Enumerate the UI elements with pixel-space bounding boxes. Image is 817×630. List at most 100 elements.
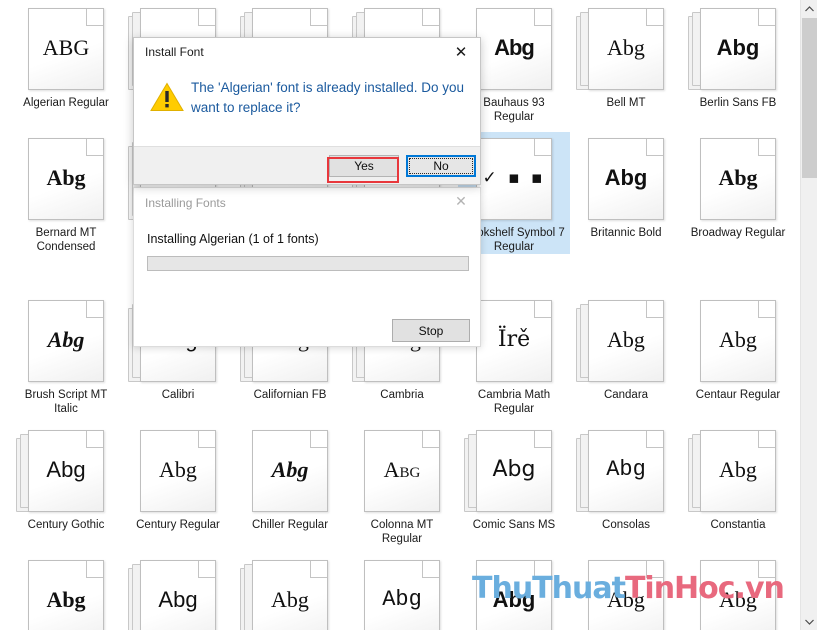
font-sheet: Abg (476, 430, 552, 512)
font-tile[interactable]: Abg Constantia (682, 424, 794, 532)
font-tile-label: Cambria Math Regular (477, 389, 551, 415)
font-tile[interactable]: Abg Century Gothic (10, 424, 122, 532)
font-tile[interactable]: Abg Colonna MT Regular (346, 424, 458, 546)
site-watermark: ThuThuatTinHoc.vn (472, 571, 785, 606)
font-tile[interactable]: Abg Britannic Bold (570, 132, 682, 240)
font-tile-label: Brush Script MT Italic (24, 389, 108, 415)
font-sample-glyph: Abg (271, 587, 309, 612)
font-sample-glyph: ABG (42, 35, 90, 60)
font-sample-glyph: Abg (606, 457, 646, 482)
font-file-icon: Abg (352, 560, 452, 630)
font-sheet: Abg (252, 430, 328, 512)
font-sample-glyph: Abg (494, 35, 535, 60)
font-sheet: Ïrě (476, 300, 552, 382)
font-file-icon: Abg (128, 560, 228, 630)
install-font-message: The 'Algerian' font is already installed… (191, 80, 465, 115)
font-tile[interactable]: Abg (346, 554, 458, 630)
font-settings-window: ABG Algerian Regular Abg Bauhaus 93 Regular… (0, 0, 817, 630)
no-button[interactable]: No (406, 155, 476, 177)
font-sheet: Abg (28, 430, 104, 512)
font-tile[interactable]: Abg Candara (570, 294, 682, 402)
font-tile[interactable]: Abg Centaur Regular (682, 294, 794, 402)
font-sample-glyph: Abg (718, 165, 758, 190)
font-tile[interactable]: Abg Brush Script MT Italic (10, 294, 122, 416)
font-tile-label: Bernard MT Condensed (35, 227, 97, 253)
font-sample-glyph: ✓ ▪ ▪ (482, 167, 546, 188)
focus-outline (409, 158, 473, 174)
font-file-icon: ABG (16, 8, 116, 94)
close-icon[interactable]: ✕ (446, 191, 476, 213)
install-font-titlebar[interactable]: Install Font ✕ (134, 38, 480, 68)
stop-button[interactable]: Stop (392, 319, 470, 342)
font-sheet: Abg (588, 138, 664, 220)
font-sheet: Abg (28, 560, 104, 630)
font-tile-label: Britannic Bold (590, 227, 662, 239)
yes-button-label: Yes (354, 159, 374, 173)
font-sheet: Abg (140, 430, 216, 512)
install-status-text: Installing Algerian (1 of 1 fonts) (147, 232, 319, 246)
font-tile-label: Constantia (710, 519, 766, 531)
font-tile[interactable]: Abg (122, 554, 234, 630)
font-file-icon: Abg (16, 560, 116, 630)
font-sheet: Abg (252, 560, 328, 630)
font-tile-label: Californian FB (253, 389, 327, 401)
font-sheet: Abg (700, 8, 776, 90)
font-sheet: Abg (700, 430, 776, 512)
install-font-dialog: Install Font ✕ The 'Algerian' font is al… (133, 37, 481, 185)
watermark-part-b: TinHoc.vn (624, 571, 785, 606)
font-sample-glyph: Abg (716, 35, 760, 60)
font-tile[interactable]: ABG Algerian Regular (10, 2, 122, 110)
font-sample-glyph: Abg (492, 457, 536, 482)
font-file-icon: Abg (576, 8, 676, 94)
install-font-title: Install Font (145, 45, 204, 59)
scroll-up-arrow-icon[interactable] (801, 0, 817, 17)
scrollbar-thumb[interactable] (802, 18, 817, 178)
font-file-icon: Abg (352, 430, 452, 516)
font-tile-label: Century Regular (136, 519, 220, 531)
font-tile-label: Berlin Sans FB (699, 97, 777, 109)
font-sample-glyph: Abg (46, 457, 86, 482)
font-tile-label: Cambria (380, 389, 424, 401)
font-sheet: Abg (28, 138, 104, 220)
font-sheet: Abg (588, 8, 664, 90)
font-sheet: Abg (364, 430, 440, 512)
font-tile[interactable]: Abg (10, 554, 122, 630)
font-file-icon: Abg (688, 430, 788, 516)
font-tile[interactable]: Abg Berlin Sans FB (682, 2, 794, 110)
font-tile[interactable]: Abg Bell MT (570, 2, 682, 110)
vertical-scrollbar[interactable] (800, 0, 817, 630)
font-tile[interactable]: Abg Consolas (570, 424, 682, 532)
install-font-body: The 'Algerian' font is already installed… (134, 68, 480, 148)
font-file-icon: Abg (688, 8, 788, 94)
font-file-icon: Abg (16, 300, 116, 386)
font-tile[interactable]: Abg Century Regular (122, 424, 234, 532)
font-sheet: Abg (588, 300, 664, 382)
installing-fonts-title: Installing Fonts (145, 196, 226, 210)
font-file-icon: Abg (576, 138, 676, 224)
font-tile[interactable]: Abg Comic Sans MS (458, 424, 570, 532)
font-file-icon: Abg (16, 430, 116, 516)
font-sample-glyph: Abg (604, 165, 648, 190)
font-tile[interactable]: Abg Bernard MT Condensed (10, 132, 122, 254)
font-sample-glyph: Abg (46, 165, 86, 190)
warning-triangle-icon (150, 82, 184, 112)
font-tile-label: Century Gothic (27, 519, 105, 531)
font-file-icon: Abg (128, 430, 228, 516)
font-tile[interactable]: Abg (234, 554, 346, 630)
font-tile[interactable]: Abg Broadway Regular (682, 132, 794, 240)
close-icon[interactable]: ✕ (445, 40, 477, 64)
font-tile[interactable]: Abg Chiller Regular (234, 424, 346, 532)
font-sheet: Abg (28, 300, 104, 382)
font-tile-label: Calibri (161, 389, 195, 401)
font-tile-label: Centaur Regular (695, 389, 781, 401)
scroll-down-arrow-icon[interactable] (801, 613, 817, 630)
font-tile-label: Bell MT (606, 97, 646, 109)
yes-button[interactable]: Yes (329, 155, 399, 177)
font-sample-glyph: Abg (719, 457, 757, 482)
font-sample-glyph: Abg (382, 587, 422, 612)
font-sheet: ABG (28, 8, 104, 90)
installing-fonts-titlebar[interactable]: Installing Fonts ✕ (134, 188, 480, 218)
font-file-icon: Abg (240, 430, 340, 516)
font-sheet: Abg (476, 8, 552, 90)
font-tile-label: Consolas (602, 519, 650, 531)
